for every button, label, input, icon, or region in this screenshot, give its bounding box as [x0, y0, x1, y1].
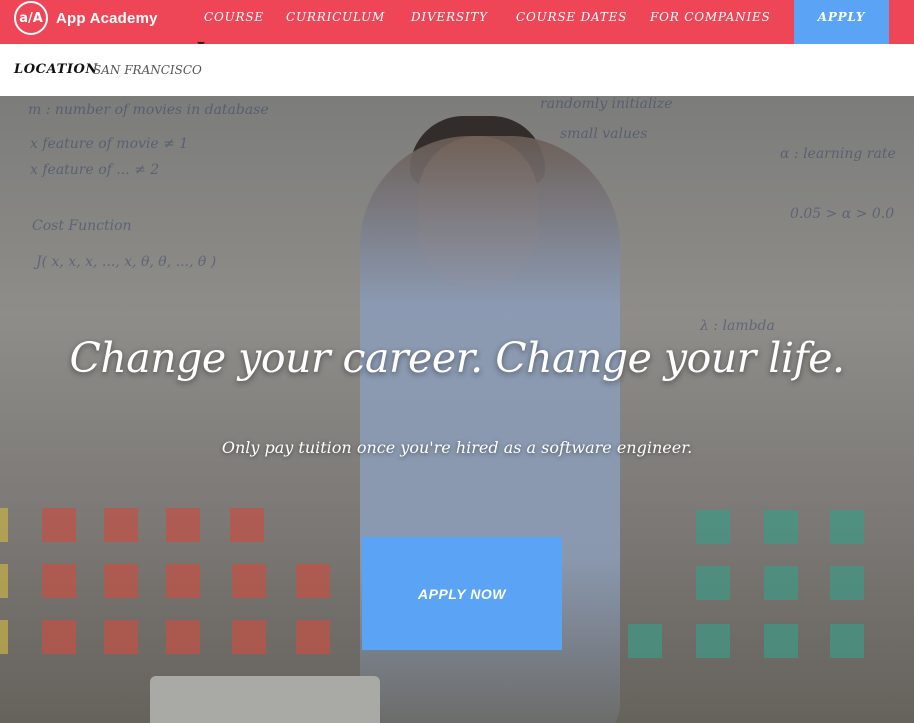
location-bar: LOCATION SAN FRANCISCO	[0, 44, 914, 96]
apply-button[interactable]: APPLY	[794, 0, 889, 44]
apply-now-button[interactable]: APPLY NOW	[362, 537, 562, 650]
brand-name: App Academy	[56, 9, 158, 27]
hero-subheadline: Only pay tuition once you're hired as a …	[221, 438, 693, 457]
location-label: LOCATION	[14, 62, 98, 77]
nav-item-curriculum[interactable]: CURRICULUM	[286, 10, 385, 24]
top-navbar: a/A App Academy COURSE CURRICULUM DIVERS…	[0, 0, 914, 44]
nav-item-for-companies[interactable]: FOR COMPANIES	[650, 10, 771, 24]
nav-item-course-dates[interactable]: COURSE DATES	[516, 10, 627, 24]
hero-headline: Change your career. Change your life.	[69, 334, 846, 382]
logo[interactable]: a/A App Academy	[14, 1, 158, 35]
location-selector[interactable]: SAN FRANCISCO	[93, 63, 202, 77]
hero-section: m : number of movies in database x featu…	[0, 96, 914, 723]
app-academy-logo-icon: a/A	[14, 1, 48, 35]
nav-item-diversity[interactable]: DIVERSITY	[411, 10, 488, 24]
nav-item-course[interactable]: COURSE	[204, 10, 264, 24]
